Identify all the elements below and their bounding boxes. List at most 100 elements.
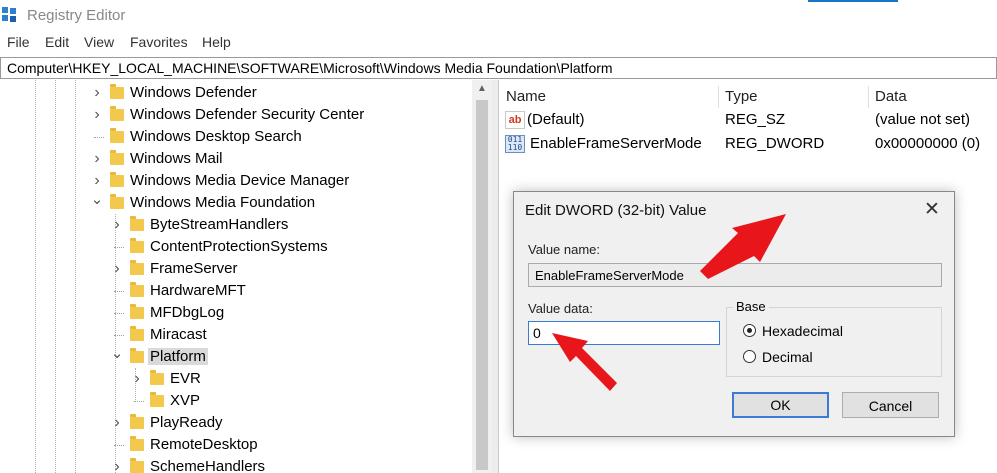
folder-icon [130,326,144,341]
menu-help[interactable]: Help [202,34,231,50]
base-groupbox: Base Hexadecimal Decimal [726,299,942,377]
menu-view[interactable]: View [84,34,114,50]
tree-guide-line [75,80,76,473]
dialog-title: Edit DWORD (32-bit) Value [525,202,707,219]
close-icon[interactable]: ✕ [920,198,944,222]
value-type: REG_DWORD [725,135,825,152]
binary-value-icon: 011 110 [505,135,525,153]
folder-icon [110,150,124,165]
folder-icon [150,370,164,385]
title-bar: Registry Editor [0,0,997,32]
string-value-icon: ab [505,111,525,129]
menu-edit[interactable]: Edit [45,34,69,50]
column-header-type[interactable]: Type [725,88,758,105]
list-row-default[interactable]: ab (Default) REG_SZ (value not set) [499,108,997,132]
chevron-down-icon[interactable]: ⌄ [110,346,124,365]
column-header-data[interactable]: Data [875,88,907,105]
value-name-label: Value name: [528,242,601,257]
tree-node-label: Windows Media Foundation [130,194,316,211]
address-path: Computer\HKEY_LOCAL_MACHINE\SOFTWARE\Mic… [7,60,613,76]
chevron-right-icon[interactable]: › [110,415,124,431]
chevron-right-icon[interactable]: › [110,459,124,473]
tree-node-label: Miracast [150,326,207,343]
edit-dword-dialog: Edit DWORD (32-bit) Value ✕ Value name: … [513,191,955,437]
cancel-button[interactable]: Cancel [842,392,939,418]
chevron-right-icon[interactable]: › [90,85,104,101]
folder-icon [110,172,124,187]
value-data-label: Value data: [528,301,593,316]
folder-icon [110,194,124,209]
scroll-up-icon[interactable]: ▲ [472,80,492,98]
title-accent-bar [808,0,898,2]
folder-icon [130,260,144,275]
folder-icon [130,216,144,231]
chevron-right-icon[interactable]: › [110,217,124,233]
value-type: REG_SZ [725,111,786,128]
pane-splitter[interactable] [492,80,499,473]
tree-connector [134,401,144,402]
chevron-right-icon[interactable]: › [90,173,104,189]
column-separator [868,86,869,108]
tree-node-label: Windows Defender [130,84,257,101]
chevron-right-icon[interactable]: › [110,261,124,277]
folder-icon [130,238,144,253]
chevron-down-icon[interactable]: ⌄ [90,192,104,211]
tree-node-label: FrameServer [150,260,238,277]
value-name-text: EnableFrameServerMode [535,268,684,283]
tree-connector [114,313,124,314]
list-row-enableframeservermode[interactable]: 011 110 EnableFrameServerMode REG_DWORD … [499,132,997,156]
tree-node-label: Windows Defender Security Center [130,106,365,123]
folder-icon [130,282,144,297]
folder-icon [110,84,124,99]
folder-icon [110,106,124,121]
tree-guide-line [115,214,116,473]
column-header-name[interactable]: Name [506,88,546,105]
tree-node-label: Windows Media Device Manager [130,172,350,189]
tree-scrollbar[interactable]: ▲ [472,80,492,473]
tree-node-label: EVR [170,370,201,387]
tree-node-label: Windows Desktop Search [130,128,302,145]
chevron-right-icon[interactable]: › [90,107,104,123]
folder-icon [130,414,144,429]
radio-checked-icon[interactable] [743,324,756,337]
value-name-field: EnableFrameServerMode [528,263,942,287]
base-label: Base [733,299,769,314]
registry-editor-icon [2,7,16,22]
tree-node-label: HardwareMFT [150,282,246,299]
tree-node-label: PlayReady [150,414,223,431]
radio-decimal-label: Decimal [762,349,813,365]
tree-guide-line [55,80,56,473]
folder-icon [150,392,164,407]
tree-node-label: Windows Mail [130,150,223,167]
tree-connector [114,445,124,446]
tree-node-label: RemoteDesktop [150,436,258,453]
tree-node-label: Platform [148,348,208,365]
value-data-input[interactable] [528,321,720,345]
menu-favorites[interactable]: Favorites [130,34,188,50]
menu-file[interactable]: File [7,34,30,50]
tree-node-label: MFDbgLog [150,304,225,321]
value-name: EnableFrameServerMode [530,135,702,152]
value-name: (Default) [527,111,585,128]
tree-guide-line [35,80,36,473]
chevron-right-icon[interactable]: › [90,151,104,167]
registry-tree[interactable]: › Windows Defender › Windows Defender Secur… [0,80,492,473]
value-data: 0x00000000 (0) [875,135,981,152]
folder-icon [130,436,144,451]
tree-connector [114,247,124,248]
tree-node-label: XVP [170,392,201,409]
address-bar[interactable]: Computer\HKEY_LOCAL_MACHINE\SOFTWARE\Mic… [0,57,997,79]
scrollbar-thumb[interactable] [476,100,488,470]
folder-icon [130,458,144,473]
tree-node-label: ContentProtectionSystems [150,238,328,255]
folder-icon [130,348,144,363]
column-separator [718,86,719,108]
tree-node-label: ByteStreamHandlers [150,216,289,233]
chevron-right-icon[interactable]: › [130,371,144,387]
tree-connector [114,335,124,336]
window-title: Registry Editor [27,7,126,24]
ok-button[interactable]: OK [732,392,829,418]
radio-unchecked-icon[interactable] [743,350,756,363]
tree-node-label: SchemeHandlers [150,458,266,473]
radio-hexadecimal-label: Hexadecimal [762,323,843,339]
